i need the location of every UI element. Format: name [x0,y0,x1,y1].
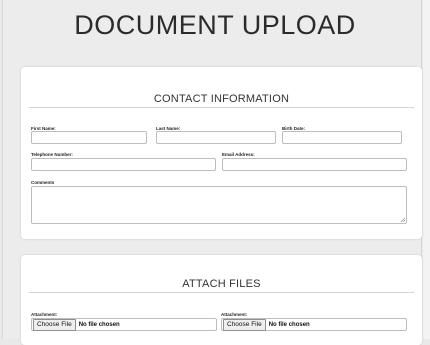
choose-file-button[interactable]: Choose File [33,318,76,331]
attachment-label: Attachment: [221,312,248,317]
file-status-text: No file chosen [268,321,310,328]
email-address-field[interactable] [222,158,407,171]
page-title: DOCUMENT UPLOAD [74,10,356,40]
contact-information-card: CONTACT INFORMATION First Name: Last Nam… [21,67,422,239]
contact-section-heading: CONTACT INFORMATION [153,93,290,105]
attachment-label: Attachment: [31,312,58,317]
resize-handle-icon[interactable] [400,217,405,222]
first-name-field[interactable] [31,131,147,144]
last-name-field[interactable] [156,131,276,144]
birth-date-field[interactable] [282,131,402,144]
telephone-number-label: Telephone Number: [31,152,73,157]
choose-file-button[interactable]: Choose File [223,318,266,331]
file-status-text: No file chosen [78,321,120,328]
comments-textarea[interactable] [31,186,407,224]
comments-label: Comments [31,180,55,185]
email-address-label: Email Address: [222,152,255,157]
attach-heading-divider [29,292,414,293]
contact-heading-divider [29,107,414,108]
file-input-1[interactable]: Choose File No file chosen [31,318,217,331]
scrollbar[interactable] [423,0,430,339]
telephone-number-field[interactable] [31,158,216,171]
attach-section-heading: ATTACH FILES [182,278,261,290]
file-input-2[interactable]: Choose File No file chosen [221,318,407,331]
attach-files-card: ATTACH FILES Attachment: Choose File No … [21,255,422,345]
